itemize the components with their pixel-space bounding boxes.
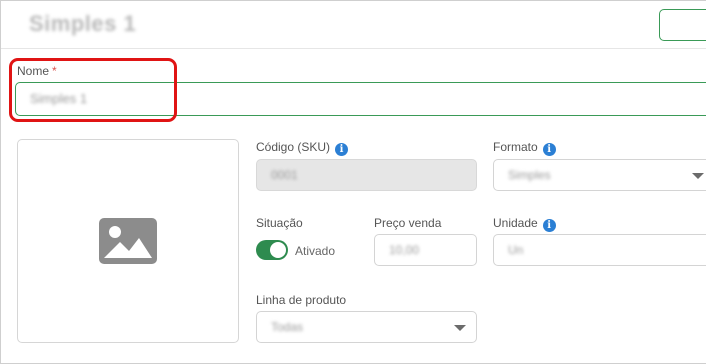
product-image-upload[interactable] — [17, 139, 239, 343]
product-line-label: Linha de produto — [256, 293, 347, 307]
page-header: Simples 1 — [1, 1, 706, 49]
product-line-select[interactable]: Todas — [256, 311, 477, 343]
sku-field-label: Código (SKU) i — [256, 140, 349, 156]
name-input[interactable]: Simples 1 — [15, 82, 706, 116]
price-input-value: 10,00 — [389, 243, 420, 257]
product-form-window: Simples 1 Nome * Simples 1 Código (SKU) i … — [0, 0, 706, 364]
sku-label-text: Código (SKU) — [256, 140, 331, 154]
required-mark: * — [52, 64, 57, 78]
name-input-value: Simples 1 — [30, 91, 88, 106]
format-label-text: Formato — [493, 140, 538, 154]
format-field-label: Formato i — [493, 140, 556, 156]
header-action-button[interactable] — [659, 9, 706, 41]
page-title: Simples 1 — [29, 11, 137, 36]
status-toggle-label: Ativado — [295, 244, 336, 258]
image-icon — [99, 218, 157, 264]
unit-input-value: Un — [508, 243, 524, 257]
info-icon[interactable]: i — [335, 143, 349, 156]
sku-input: 0001 — [256, 159, 477, 191]
caret-down-icon — [692, 173, 704, 179]
info-icon[interactable]: i — [542, 143, 556, 156]
status-label: Situação — [256, 216, 303, 230]
name-field-label: Nome * — [17, 64, 57, 78]
price-input[interactable]: 10,00 — [374, 234, 477, 266]
caret-down-icon — [454, 325, 466, 331]
name-label-text: Nome — [17, 64, 50, 78]
product-line-select-value: Todas — [271, 320, 304, 334]
toggle-knob — [270, 242, 286, 258]
unit-field-label: Unidade i — [493, 216, 556, 232]
format-select-value: Simples — [508, 168, 551, 182]
price-label: Preço venda — [374, 216, 442, 230]
status-toggle[interactable] — [256, 240, 288, 260]
unit-label-text: Unidade — [493, 216, 538, 230]
format-select[interactable]: Simples — [493, 159, 706, 191]
unit-input[interactable]: Un — [493, 234, 706, 266]
sku-input-value: 0001 — [271, 168, 298, 182]
info-icon[interactable]: i — [542, 219, 556, 232]
